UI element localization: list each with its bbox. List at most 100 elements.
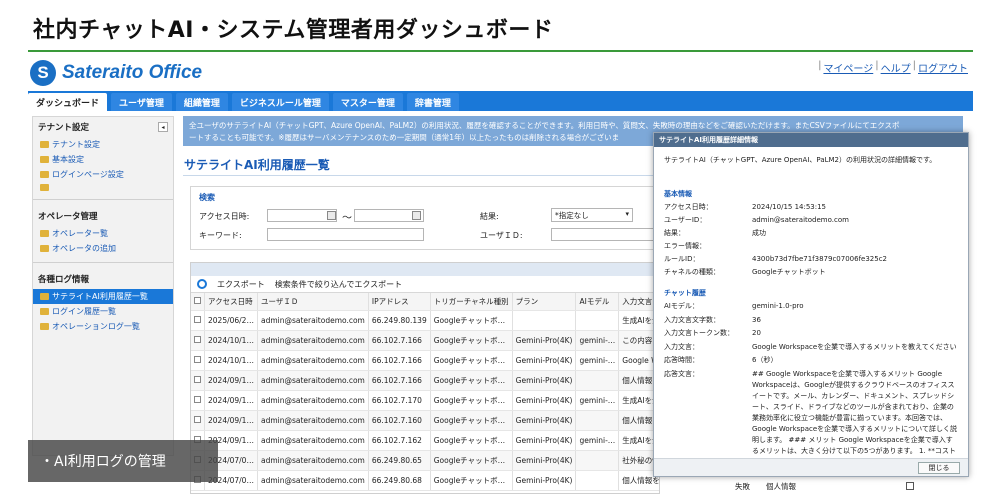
sidebar-item-label: サテライトAI利用履歴一覧 [52,292,148,301]
sidebar-item-label: テナント設定 [52,140,100,149]
page-heading: 社内チャットAI・システム管理者用ダッシュボード [33,18,554,43]
row-select-cell[interactable] [191,410,205,431]
checkbox-icon[interactable] [194,415,201,423]
column-header[interactable]: AIモデル [575,293,620,311]
sidebar-item-add-operator[interactable]: オペレータの追加 [33,241,173,256]
sidebar-item-operator-list[interactable]: オペレーター覧 [33,226,173,241]
detail-row: 応答文言： ## Google Workspaceを企業で導入するメリット Goo… [664,369,960,461]
detail-icon[interactable] [906,482,914,490]
table-cell: Googleチャットボ… [430,350,513,371]
tab-business-rules[interactable]: ビジネスルール管理 [231,93,329,111]
calendar-icon[interactable] [327,211,336,220]
history-grid: エクスポート 検索条件で絞り込んでエクスポート アクセス日時 ユーザＩＤ IPア… [190,262,660,494]
detail-label: 応答文言： [664,369,699,378]
table-row[interactable]: 2024/07/0… admin@sateraitodemo.com 66.249.… [191,450,659,471]
row-select-cell[interactable] [191,350,205,371]
table-cell: Googleチャットボ… [430,310,513,331]
checkbox-icon[interactable] [194,375,201,383]
sidebar-item-operation-log[interactable]: オペレーションログ一覧 [33,319,173,334]
collapse-icon[interactable]: ◂ [158,122,168,132]
refresh-icon[interactable] [197,279,207,289]
table-cell: Googleチャットボ… [430,370,513,391]
table-cell: admin@sateraitodemo.com [257,330,369,351]
detail-label: 入力文言トークン数： [664,329,734,337]
table-cell: Gemini-Pro(4K) [512,430,577,451]
row-select-cell[interactable] [191,390,205,411]
sidebar-item-blank[interactable] [33,182,173,193]
table-cell: 2024/09/1… [204,370,258,391]
table-cell: gemini-… [575,430,620,451]
table-cell [512,310,577,331]
export-button[interactable]: エクスポート [217,279,265,290]
folder-icon [40,308,49,315]
table-cell: 66.249.80.68 [368,470,431,491]
calendar-icon[interactable] [412,211,421,220]
table-cell: 66.249.80.65 [368,450,431,471]
column-header[interactable]: トリガーチャネル種別 [430,293,513,311]
row-select-cell[interactable] [191,310,205,331]
userid-input[interactable] [551,228,655,241]
table-row[interactable]: 2024/09/1… admin@sateraitodemo.com 66.102.… [191,430,659,451]
table-cell: gemini-… [575,330,620,351]
table-row[interactable]: 2024/09/1… admin@sateraitodemo.com 66.102.… [191,410,659,431]
checkbox-icon[interactable] [194,395,201,403]
checkbox-icon[interactable] [194,296,201,304]
table-row[interactable]: 2024/10/1… admin@sateraitodemo.com 66.102.… [191,330,659,351]
column-header[interactable]: アクセス日時 [204,293,258,311]
table-row[interactable]: 2024/09/1… admin@sateraitodemo.com 66.102.… [191,390,659,411]
sidebar-item-ai-usage-log[interactable]: サテライトAI利用履歴一覧 [33,289,173,304]
table-row[interactable]: 2024/10/1… admin@sateraitodemo.com 66.102.… [191,350,659,371]
screen: 社内チャットAI・システム管理者用ダッシュボード S Sateraito Off… [0,0,1000,494]
table-cell [575,470,620,491]
table-cell [575,450,620,471]
table-row[interactable]: 2024/09/1… admin@sateraitodemo.com 66.102.… [191,370,659,391]
table-cell [575,310,620,331]
filtered-export-button[interactable]: 検索条件で絞り込んでエクスポート [275,279,402,290]
detail-value: Google Workspaceを企業で導入するメリットを教えてください [752,342,957,351]
sidebar-item-tenant-settings[interactable]: テナント設定 [33,137,173,152]
logo-mark-icon: S [30,60,56,86]
table-row[interactable]: 2024/07/0… admin@sateraitodemo.com 66.249.… [191,470,659,491]
detail-row: 入力文言文字数： 36 [664,315,960,327]
column-header[interactable]: ユーザＩＤ [257,293,369,311]
sidebar-item-login-page[interactable]: ログインページ設定 [33,167,173,182]
row-select-cell[interactable] [191,330,205,351]
mypage-link[interactable]: マイページ [823,60,873,75]
table-cell: admin@sateraitodemo.com [257,450,369,471]
error-cell: 個人情報 [766,482,796,491]
table-cell: Googleチャットボ… [430,430,513,451]
tab-master[interactable]: マスター管理 [332,93,403,111]
table-cell: admin@sateraitodemo.com [257,350,369,371]
detail-value: gemini-1.0-pro [752,302,804,310]
table-row[interactable]: 2025/06/2… admin@sateraitodemo.com 66.249.… [191,310,659,331]
table-cell: Gemini-Pro(4K) [512,350,577,371]
help-link[interactable]: ヘルプ [881,60,911,75]
detail-dialog: サテライトAI利用履歴詳細情報 サテライトAI（チャットGPT、Azure Op… [653,132,969,477]
table-cell: 66.102.7.166 [368,370,431,391]
column-header[interactable]: プラン [512,293,577,311]
tab-dictionary[interactable]: 辞書管理 [406,93,459,111]
sidebar-heading: テナント設定 [38,123,90,133]
checkbox-icon[interactable] [194,355,201,363]
column-header[interactable]: IPアドレス [368,293,431,311]
row-select-cell[interactable] [191,370,205,391]
sidebar-item-login-log[interactable]: ログイン履歴一覧 [33,304,173,319]
checkbox-icon[interactable] [194,315,201,323]
close-button[interactable]: 閉じる [918,462,960,474]
select-all-cell[interactable] [191,293,205,311]
checkbox-icon[interactable] [194,335,201,343]
table-cell: gemini-… [575,390,620,411]
hidden-row-cells: 失敗 個人情報 [735,481,796,492]
result-select[interactable]: *指定なし ▾ [551,208,633,222]
keyword-input[interactable] [267,228,424,241]
tab-users[interactable]: ユーザ管理 [111,93,172,111]
folder-icon [40,141,49,148]
table-cell: 66.102.7.170 [368,390,431,411]
tab-organization[interactable]: 組織管理 [175,93,228,111]
tab-dashboard[interactable]: ダッシュボード [28,93,108,111]
logout-link[interactable]: ログアウト [918,60,968,75]
logo[interactable]: S Sateraito Office [30,60,202,86]
table-cell: Googleチャットボ… [430,330,513,351]
sidebar-item-basic-settings[interactable]: 基本設定 [33,152,173,167]
detail-value: 6（秒） [752,356,778,364]
